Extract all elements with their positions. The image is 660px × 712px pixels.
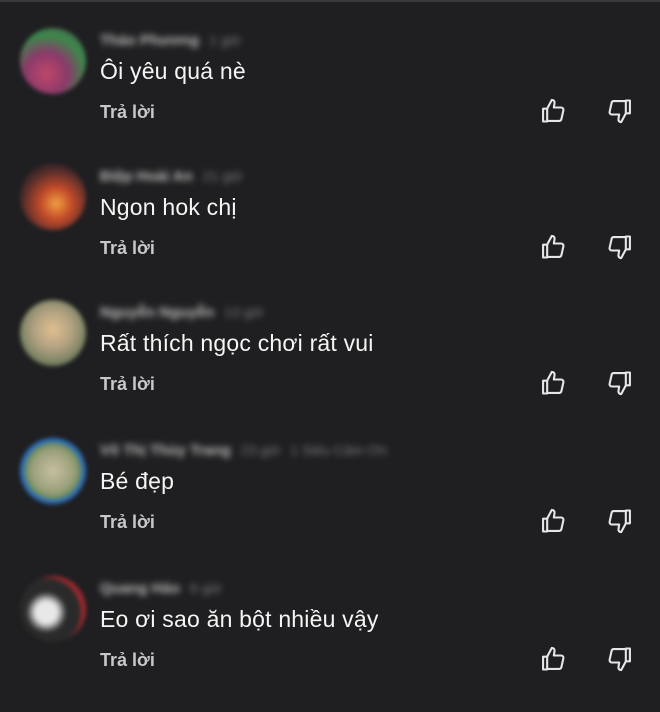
like-button[interactable] bbox=[536, 94, 570, 128]
comment-text: Bé đẹp bbox=[100, 468, 175, 494]
thumbs-down-icon bbox=[608, 647, 631, 672]
thumbs-down-icon bbox=[608, 235, 631, 260]
avatar[interactable] bbox=[20, 438, 86, 504]
comment-time: 6 giờ bbox=[190, 580, 222, 596]
comment-meta: Quang Hảo 6 giờ bbox=[100, 580, 222, 597]
comment-text: Ôi yêu quá nè bbox=[100, 58, 246, 84]
thumbs-up-icon bbox=[542, 370, 565, 395]
comment-author[interactable]: Thảo Phương bbox=[100, 32, 199, 49]
like-button[interactable] bbox=[536, 366, 570, 400]
comment-author[interactable]: Võ Thị Thùy Trang bbox=[100, 442, 231, 459]
comment-text: Rất thích ngọc chơi rất vui bbox=[100, 330, 374, 356]
thumbs-down-icon bbox=[608, 371, 631, 396]
comment-author[interactable]: Quang Hảo bbox=[100, 580, 180, 597]
comment-time: 21 giờ bbox=[202, 168, 243, 184]
comment-item: Điệp Hoài An 21 giờ Ngon hok chị Trả lời bbox=[0, 164, 660, 300]
comment-item: Nguyễn Nguyễn 13 giờ Rất thích ngọc chơi… bbox=[0, 300, 660, 436]
comment-meta: Nguyễn Nguyễn 13 giờ bbox=[100, 304, 264, 321]
comment-author[interactable]: Nguyễn Nguyễn bbox=[100, 304, 214, 321]
reply-button[interactable]: Trả lời bbox=[100, 238, 155, 259]
dislike-button[interactable] bbox=[603, 94, 637, 128]
comment-text: Eo ơi sao ăn bột nhiều vậy bbox=[100, 606, 379, 632]
comment-time: 23 giờ bbox=[240, 442, 281, 458]
dislike-button[interactable] bbox=[603, 642, 637, 676]
avatar[interactable] bbox=[20, 576, 86, 642]
comment-text: Ngon hok chị bbox=[100, 194, 237, 220]
like-button[interactable] bbox=[536, 504, 570, 538]
thumbs-up-icon bbox=[542, 98, 565, 123]
dislike-button[interactable] bbox=[603, 230, 637, 264]
comment-time: 1 giờ bbox=[209, 32, 241, 48]
dislike-button[interactable] bbox=[603, 366, 637, 400]
comment-badge: 1 Siêu Cảm Ơn bbox=[290, 442, 388, 458]
comment-meta: Điệp Hoài An 21 giờ bbox=[100, 168, 243, 185]
like-button[interactable] bbox=[536, 642, 570, 676]
comment-time: 13 giờ bbox=[224, 304, 264, 320]
thumbs-down-icon bbox=[608, 99, 631, 124]
comment-item: Võ Thị Thùy Trang 23 giờ 1 Siêu Cảm Ơn B… bbox=[0, 438, 660, 574]
comment-meta: Thảo Phương 1 giờ bbox=[100, 32, 241, 49]
reply-button[interactable]: Trả lời bbox=[100, 102, 155, 123]
thumbs-up-icon bbox=[542, 508, 565, 533]
top-divider bbox=[0, 0, 660, 2]
comment-meta: Võ Thị Thùy Trang 23 giờ 1 Siêu Cảm Ơn bbox=[100, 442, 388, 459]
reply-button[interactable]: Trả lời bbox=[100, 650, 155, 671]
dislike-button[interactable] bbox=[603, 504, 637, 538]
comment-item: Quang Hảo 6 giờ Eo ơi sao ăn bột nhiều v… bbox=[0, 576, 660, 712]
avatar[interactable] bbox=[20, 28, 86, 94]
reply-button[interactable]: Trả lời bbox=[100, 512, 155, 533]
like-button[interactable] bbox=[536, 230, 570, 264]
reply-button[interactable]: Trả lời bbox=[100, 374, 155, 395]
avatar[interactable] bbox=[20, 300, 86, 366]
comment-item: Thảo Phương 1 giờ Ôi yêu quá nè Trả lời bbox=[0, 28, 660, 164]
comment-author[interactable]: Điệp Hoài An bbox=[100, 168, 193, 185]
avatar[interactable] bbox=[20, 164, 86, 230]
thumbs-down-icon bbox=[608, 509, 631, 534]
thumbs-up-icon bbox=[542, 234, 565, 259]
thumbs-up-icon bbox=[542, 646, 565, 671]
